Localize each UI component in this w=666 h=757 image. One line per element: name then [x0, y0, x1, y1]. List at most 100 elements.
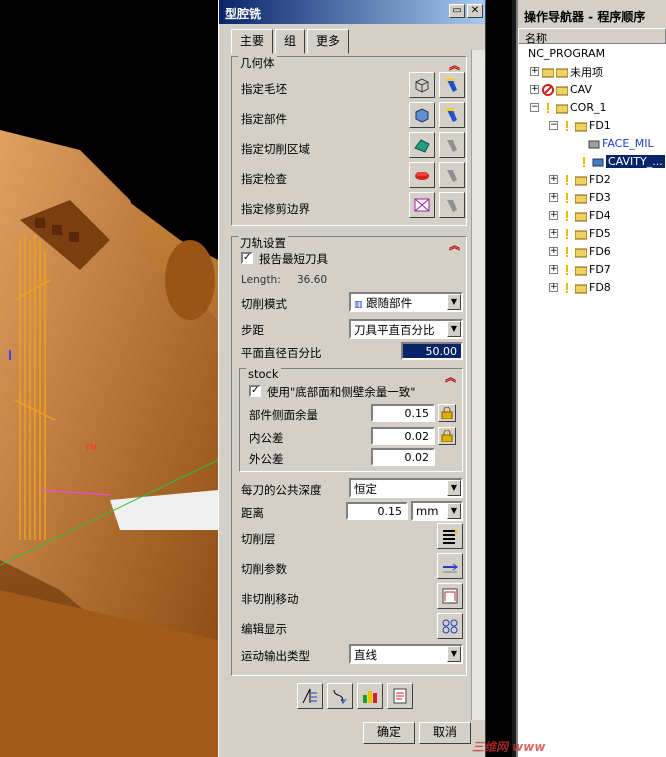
trim-select-button[interactable]: [409, 192, 435, 218]
outtol-input[interactable]: 0.02: [371, 448, 435, 466]
flat-diameter-pct-label: 平面直径百分比: [241, 346, 322, 360]
generate-button[interactable]: [297, 683, 323, 709]
flashlight-disabled-icon: [447, 140, 457, 152]
cut-area-select-button[interactable]: [409, 132, 435, 158]
cut-area-show-button[interactable]: [439, 132, 465, 158]
tree-item-fd3[interactable]: + FD3: [549, 189, 611, 206]
tree-item-cav[interactable]: + CAV: [530, 81, 592, 98]
tree-item-unused[interactable]: + 未用项: [530, 63, 603, 80]
expand-icon[interactable]: +: [549, 283, 558, 292]
collapse-icon[interactable]: ︽: [449, 57, 460, 73]
no-entry-icon: [542, 83, 554, 96]
expand-icon[interactable]: +: [549, 211, 558, 220]
tab-main[interactable]: 主要: [231, 29, 274, 54]
warning-icon: [566, 120, 568, 131]
tree-item-fd7[interactable]: + FD7: [549, 261, 611, 278]
flashlight-disabled-icon: [447, 170, 457, 182]
tree-item-fd2[interactable]: + FD2: [549, 171, 611, 188]
close-button[interactable]: ✕: [467, 4, 483, 18]
tree-item-fd6[interactable]: + FD6: [549, 243, 611, 260]
tree-item-nc-program[interactable]: NC_PROGRAM: [528, 45, 605, 62]
stepover-select[interactable]: 刀具平直百分比 ▼: [349, 319, 463, 339]
distance-unit-select[interactable]: mm ▼: [411, 501, 463, 521]
cut-levels-button[interactable]: [437, 523, 463, 549]
collapse-icon[interactable]: ︽: [445, 369, 456, 385]
check-show-button[interactable]: [439, 162, 465, 188]
length-value: 36.60: [297, 274, 328, 286]
flat-diameter-pct-input[interactable]: 50.00: [401, 342, 463, 360]
operation-navigator: 操作导航器 - 程序顺序 名称 NC_PROGRAM + 未用项 + CAV −…: [516, 0, 666, 757]
edit-display-label: 编辑显示: [241, 622, 287, 636]
dropdown-arrow-icon: ▼: [447, 480, 461, 496]
tree-item-fd5[interactable]: + FD5: [549, 225, 611, 242]
motion-output-select[interactable]: 直线 ▼: [349, 644, 463, 664]
folder-icon: [575, 248, 587, 257]
tree-item-face-mill[interactable]: FACE_MIL: [588, 135, 654, 152]
expand-icon[interactable]: +: [530, 67, 539, 76]
flashlight-disabled-icon: [447, 200, 457, 212]
common-depth-select[interactable]: 恒定 ▼: [349, 478, 463, 498]
tree-item-fd4[interactable]: + FD4: [549, 207, 611, 224]
replay-button[interactable]: [327, 683, 353, 709]
tree-item-label: FD5: [589, 227, 611, 240]
cut-params-button[interactable]: [437, 553, 463, 579]
expand-icon[interactable]: +: [549, 229, 558, 238]
part-select-button[interactable]: [409, 102, 435, 128]
tree-item-fd8[interactable]: + FD8: [549, 279, 611, 296]
collapse-icon[interactable]: −: [530, 103, 539, 112]
lock-icon[interactable]: [438, 404, 456, 422]
edit-display-button[interactable]: [437, 613, 463, 639]
warning-icon: [583, 156, 585, 167]
cancel-button[interactable]: 取消: [419, 722, 471, 744]
intol-input[interactable]: 0.02: [371, 427, 435, 445]
replay-icon: [333, 689, 347, 704]
blank-select-button[interactable]: [409, 72, 435, 98]
expand-icon[interactable]: +: [530, 85, 539, 94]
folder-icon: [575, 266, 587, 275]
blank-show-button[interactable]: [439, 72, 465, 98]
part-side-stock-input[interactable]: 0.15: [371, 404, 435, 422]
minimize-button[interactable]: ▭: [449, 4, 465, 18]
collapse-icon[interactable]: ︽: [449, 237, 460, 253]
check-select-button[interactable]: [409, 162, 435, 188]
expand-icon[interactable]: +: [549, 247, 558, 256]
specify-part-label: 指定部件: [241, 112, 287, 126]
common-depth-label: 每刀的公共深度: [241, 483, 322, 497]
tree-item-fd1[interactable]: − FD1: [549, 117, 611, 134]
report-shortest-tool-checkbox[interactable]: ✓: [241, 252, 253, 264]
intol-label: 内公差: [249, 431, 284, 445]
tab-group[interactable]: 组: [275, 29, 306, 54]
warning-icon: [566, 210, 568, 221]
dropdown-arrow-icon: ▼: [447, 503, 461, 519]
list-button[interactable]: [387, 683, 413, 709]
column-header-name[interactable]: 名称: [518, 28, 666, 45]
tree-item-cor1[interactable]: − COR_1: [530, 99, 606, 116]
lock-icon[interactable]: [438, 427, 456, 445]
part-show-button[interactable]: [439, 102, 465, 128]
dialog-titlebar[interactable]: 型腔铣: [219, 0, 485, 24]
expand-icon[interactable]: +: [549, 193, 558, 202]
cut-mode-select[interactable]: ▥ 跟随部件 ▼: [349, 292, 463, 312]
folder-icon: [556, 68, 568, 77]
non-cut-moves-button[interactable]: [437, 583, 463, 609]
folder-icon: [575, 194, 587, 203]
tree-item-label: COR_1: [570, 101, 607, 114]
part-side-stock-label: 部件侧面余量: [249, 408, 318, 422]
trim-show-button[interactable]: [439, 192, 465, 218]
specify-trim-label: 指定修剪边界: [241, 202, 310, 216]
same-floor-wall-checkbox[interactable]: ✓: [249, 385, 261, 397]
distance-input[interactable]: 0.15: [346, 502, 408, 520]
folder-icon: [556, 86, 568, 95]
dialog-scrollbar[interactable]: [471, 50, 485, 720]
collapse-icon[interactable]: −: [549, 121, 558, 130]
warning-icon: [566, 282, 568, 293]
expand-icon[interactable]: +: [549, 265, 558, 274]
same-floor-wall-label: 使用"底部面和侧壁余量一致": [267, 385, 416, 399]
ok-button[interactable]: 确定: [363, 722, 415, 744]
tab-more[interactable]: 更多: [307, 29, 350, 54]
dropdown-arrow-icon: ▼: [447, 294, 461, 310]
expand-icon[interactable]: +: [549, 175, 558, 184]
tree-item-label: 未用项: [570, 65, 603, 79]
verify-button[interactable]: [357, 683, 383, 709]
tree-item-cavity-mill[interactable]: CAVITY_...: [578, 153, 665, 170]
